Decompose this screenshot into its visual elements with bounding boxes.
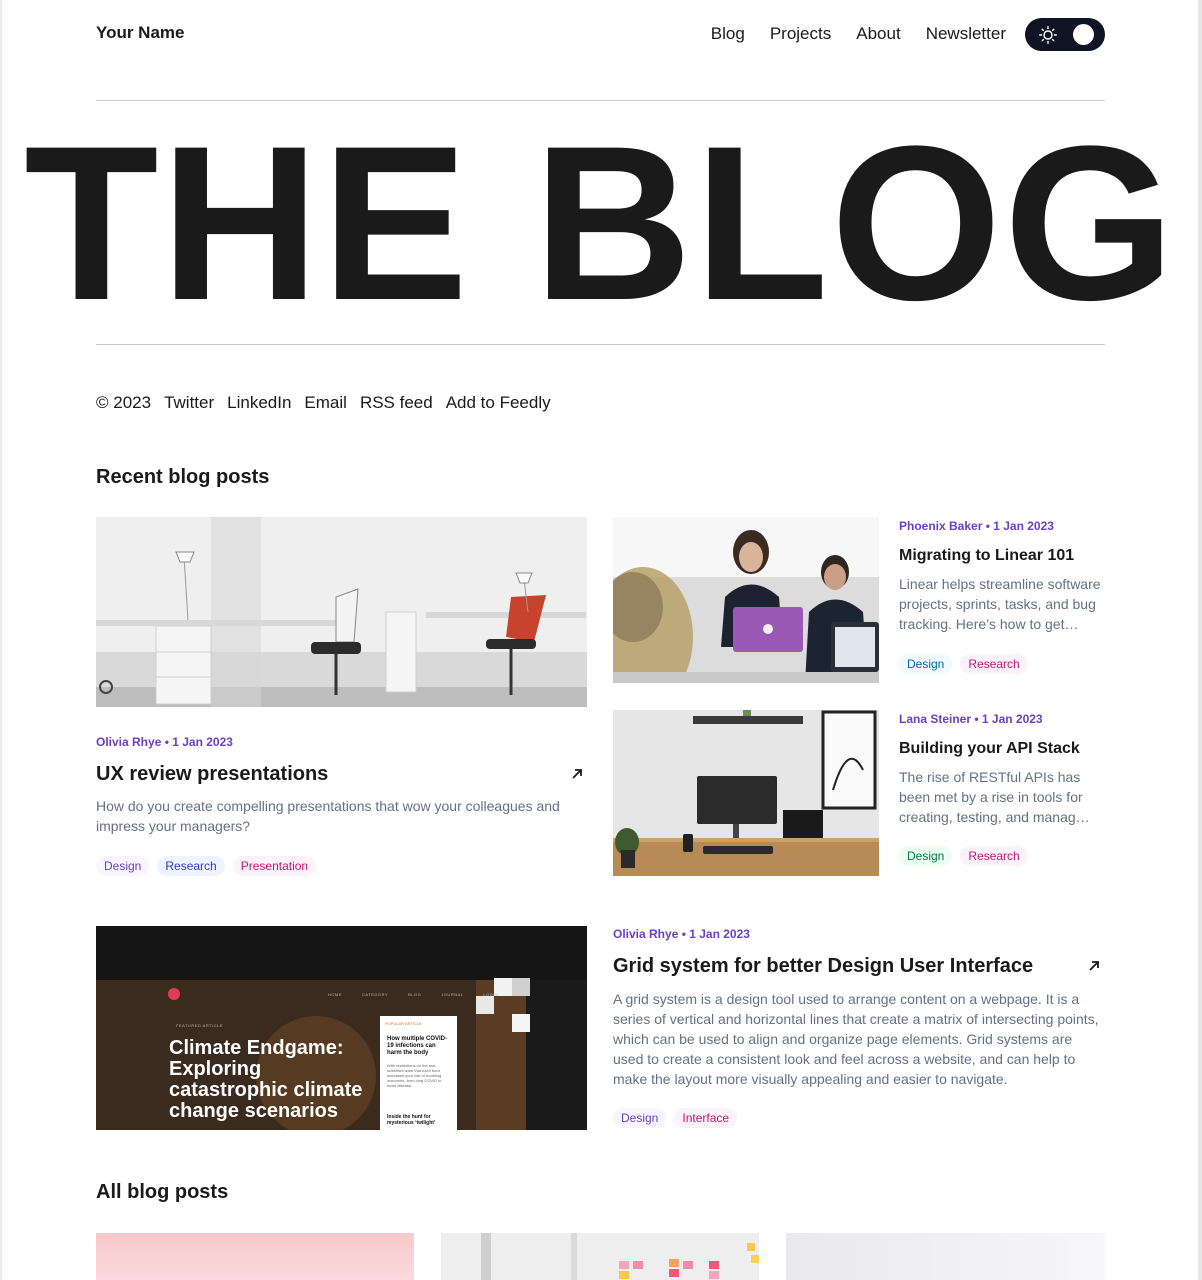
tag-interface[interactable]: Interface xyxy=(674,1108,738,1128)
post-tags: Design Research xyxy=(899,654,1028,674)
popular-body: With restrictions on the rise, scientist… xyxy=(387,1063,442,1088)
all-posts-heading: All blog posts xyxy=(96,1181,229,1203)
post-excerpt: The rise of RESTful APIs has been met by… xyxy=(899,769,1090,825)
image-nav-item: HOME xyxy=(328,992,342,997)
page-frame-right xyxy=(1198,0,1202,1280)
tag-design[interactable]: Design xyxy=(613,1108,667,1128)
post-excerpt: A grid system is a design tool used to a… xyxy=(613,991,1099,1087)
image-headline: Climate Endgame: Exploring catastrophic … xyxy=(169,1037,363,1122)
image-label: FEATURED ARTICLE xyxy=(176,1023,223,1028)
tag-research[interactable]: Research xyxy=(157,856,225,876)
arrow-up-right-icon[interactable] xyxy=(1086,958,1102,974)
post-title[interactable]: Grid system for better Design User Inter… xyxy=(613,955,1033,978)
post-title[interactable]: UX review presentations xyxy=(96,763,328,786)
page-frame-left xyxy=(0,0,2,1280)
post-tags: Design Research Presentation xyxy=(96,856,317,876)
page-container: Your Name Blog Projects About Newsletter xyxy=(24,0,1175,1280)
tag-research[interactable]: Research xyxy=(960,846,1028,866)
image-nav: HOME CATEGORY BLOG JOURNAL LOGIN xyxy=(328,992,498,997)
post-image-meeting[interactable] xyxy=(613,517,879,683)
post-meta: Olivia Rhye • 1 Jan 2023 xyxy=(613,927,750,941)
post-image-desk[interactable] xyxy=(613,710,879,876)
tag-design[interactable]: Design xyxy=(899,846,953,866)
post-title[interactable]: Building your API Stack xyxy=(899,740,1080,758)
popular-next: Inside the hunt for mysterious ‘twilight… xyxy=(387,1114,436,1126)
link-linkedin[interactable]: LinkedIn xyxy=(227,393,291,413)
post-excerpt: Linear helps streamline software project… xyxy=(899,576,1101,632)
popular-label: POPULAR ARTICLE xyxy=(385,1021,422,1026)
post-meta: Phoenix Baker • 1 Jan 2023 xyxy=(899,519,1054,533)
social-links: © 2023 Twitter LinkedIn Email RSS feed A… xyxy=(96,393,564,413)
image-nav-item: CATEGORY xyxy=(362,992,389,997)
link-rss-feed[interactable]: RSS feed xyxy=(360,393,433,413)
nav-link-blog[interactable]: Blog xyxy=(711,17,745,51)
post-image-pink[interactable] xyxy=(96,1233,414,1280)
post-tags: Design Interface xyxy=(613,1108,738,1128)
link-twitter[interactable]: Twitter xyxy=(164,393,214,413)
nav-link-projects[interactable]: Projects xyxy=(770,17,831,51)
hero-title: THE BLOG xyxy=(24,101,1175,344)
recent-posts-heading: Recent blog posts xyxy=(96,466,270,488)
nav-link-about[interactable]: About xyxy=(856,17,900,51)
image-nav-item: LOGIN xyxy=(483,992,499,997)
hero-title-text: THE BLOG xyxy=(24,99,1177,346)
link-add-to-feedly[interactable]: Add to Feedly xyxy=(446,393,551,413)
site-header: Your Name Blog Projects About Newsletter xyxy=(96,0,1105,68)
link-email[interactable]: Email xyxy=(304,393,347,413)
main-nav: Blog Projects About Newsletter xyxy=(711,17,1105,51)
sun-icon xyxy=(1039,25,1057,44)
post-image-office[interactable] xyxy=(96,517,587,707)
nav-link-newsletter[interactable]: Newsletter xyxy=(926,17,1006,51)
post-tags: Design Research xyxy=(899,846,1028,866)
post-excerpt: How do you create compelling presentatio… xyxy=(96,798,560,834)
post-meta: Lana Steiner • 1 Jan 2023 xyxy=(899,712,1043,726)
popular-title: How multiple COVID-19 infections can har… xyxy=(387,1036,447,1056)
image-popular-card: POPULAR ARTICLE How multiple COVID-19 in… xyxy=(380,1016,457,1130)
arrow-up-right-icon[interactable] xyxy=(569,766,585,782)
image-nav-item: JOURNAL xyxy=(441,992,464,997)
image-nav-item: BLOG xyxy=(408,992,422,997)
toggle-knob xyxy=(1073,23,1094,45)
post-image-climate[interactable]: HOME CATEGORY BLOG JOURNAL LOGIN FEATURE… xyxy=(96,926,587,1130)
tag-research[interactable]: Research xyxy=(960,654,1028,674)
site-brand[interactable]: Your Name xyxy=(96,23,185,43)
post-image-sticky-notes[interactable] xyxy=(441,1233,759,1280)
post-image-light[interactable] xyxy=(786,1233,1105,1280)
post-meta: Olivia Rhye • 1 Jan 2023 xyxy=(96,735,233,749)
theme-toggle[interactable] xyxy=(1025,17,1105,51)
tag-design[interactable]: Design xyxy=(96,856,150,876)
divider-bottom xyxy=(96,344,1105,345)
copyright-text: © 2023 xyxy=(96,393,152,412)
tag-presentation[interactable]: Presentation xyxy=(232,856,317,876)
post-title[interactable]: Migrating to Linear 101 xyxy=(899,547,1074,565)
tag-design[interactable]: Design xyxy=(899,654,953,674)
